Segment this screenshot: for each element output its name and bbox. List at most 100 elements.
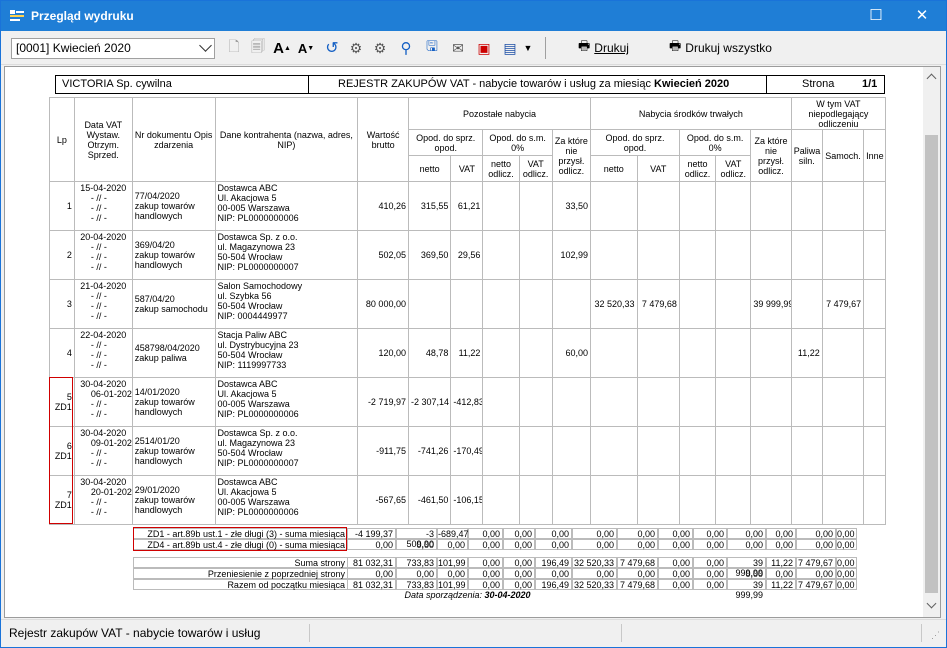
settings-icon[interactable]: ⚙ bbox=[347, 39, 365, 57]
email-icon[interactable]: ✉ bbox=[449, 39, 467, 57]
summary-value: 81 032,31 bbox=[347, 557, 396, 568]
summary-value: 0,00 bbox=[836, 557, 857, 568]
toolbar-separator bbox=[545, 37, 546, 59]
summary-value: 0,00 bbox=[658, 579, 693, 590]
summary-value: 7 479,67 bbox=[796, 579, 836, 590]
summary-value: 0,00 bbox=[468, 579, 503, 590]
table-row[interactable]: 2 20-04-2020- // -- // -- // -369/04/20 za… bbox=[49, 230, 886, 280]
table-row[interactable]: 1 15-04-2020- // -- // -- // -77/04/2020 z… bbox=[49, 181, 886, 231]
row-dates: 30-04-202009-01-2020- // -- // - bbox=[73, 426, 133, 476]
summary-value: 0,00 bbox=[766, 539, 796, 550]
summary-value: 39 999,99 bbox=[727, 579, 766, 600]
summary-value: 0,00 bbox=[535, 539, 572, 550]
row-document: 77/04/2020 zakup towarów handlowych bbox=[131, 181, 216, 231]
summary-value: 0,00 bbox=[658, 528, 693, 539]
summary-value: 101,99 bbox=[437, 557, 468, 568]
open-doc-icon[interactable]: 🗋 bbox=[225, 38, 243, 57]
summary-label: Suma strony bbox=[133, 557, 347, 568]
col-vat: VAT bbox=[450, 155, 484, 182]
table-row[interactable]: 5ZD130-04-202006-01-2020- // -- // -14/0… bbox=[49, 377, 886, 427]
print-preview-window: Przegląd wydruku ☐ ✕ [0001] Kwiecień 202… bbox=[0, 0, 947, 648]
summary-value: 81 032,31 bbox=[347, 579, 396, 590]
summary-value: 0,00 bbox=[396, 568, 437, 579]
summary-value: 101,99 bbox=[437, 579, 468, 590]
summary-value: 0,00 bbox=[572, 568, 617, 579]
row-lp: 4 bbox=[49, 328, 75, 378]
col-vat: VAT bbox=[636, 155, 680, 182]
export-doc-icon[interactable]: 🗐 bbox=[249, 38, 267, 57]
summary-value: 0,00 bbox=[503, 539, 535, 550]
col-netto: netto bbox=[590, 155, 638, 182]
col-fuel: Paliwa siln. bbox=[790, 129, 823, 182]
report-title: REJESTR ZAKUPÓW VAT - nabycie towarów i … bbox=[338, 78, 730, 90]
summary-value: 0,00 bbox=[396, 539, 437, 550]
table-row[interactable]: 7ZD130-04-202020-01-2020- // -- // -29/0… bbox=[49, 475, 886, 525]
col-vat-odlicz: VAT odlicz. bbox=[518, 155, 553, 182]
register-table: Lp Data VAT Wystaw. Otrzym. Sprzed. Nr dok… bbox=[49, 97, 887, 525]
row-dates: 21-04-2020- // -- // -- // - bbox=[73, 279, 133, 329]
scroll-up-icon[interactable] bbox=[926, 73, 937, 84]
summary-value: 0,00 bbox=[572, 539, 617, 550]
resize-grip-icon[interactable]: ⋰ bbox=[931, 630, 940, 641]
summary-value: 0,00 bbox=[347, 568, 396, 579]
export-word-icon[interactable]: ▤ bbox=[501, 39, 519, 57]
export-dropdown-icon[interactable]: ▼ bbox=[519, 39, 537, 57]
summary-label: Przeniesienie z poprzedniej strony bbox=[133, 568, 347, 579]
vertical-scrollbar[interactable] bbox=[923, 67, 940, 617]
col-other: Inne bbox=[863, 129, 886, 182]
summary-value: 0,00 bbox=[796, 528, 836, 539]
summary-value: 0,00 bbox=[617, 539, 658, 550]
preview-area: VICTORIA Sp. cywilna REJESTR ZAKUPÓW VAT… bbox=[4, 66, 941, 618]
print-all-button-label: Drukuj wszystko bbox=[685, 41, 772, 55]
scroll-thumb[interactable] bbox=[925, 135, 938, 593]
table-row[interactable]: 4 22-04-2020- // -- // -- // -458798/04/2… bbox=[49, 328, 886, 378]
row-dates: 15-04-2020- // -- // -- // - bbox=[73, 181, 133, 231]
col-no-deduction: Za które nie przysł. odlicz. bbox=[551, 129, 592, 182]
title-bar: Przegląd wydruku ☐ ✕ bbox=[1, 1, 946, 31]
summary-value: 0,00 bbox=[693, 539, 727, 550]
summary-value: 11,22 bbox=[766, 579, 796, 590]
refresh-icon[interactable]: ↺ bbox=[323, 39, 341, 57]
table-row[interactable]: 6ZD130-04-202009-01-2020- // -- // -2514… bbox=[49, 426, 886, 476]
summary-value: 0,00 bbox=[693, 579, 727, 590]
summary-value: 0,00 bbox=[535, 528, 572, 539]
col-netto-odlicz: netto odlicz. bbox=[482, 155, 520, 182]
save-icon[interactable]: 🖫 bbox=[423, 38, 441, 57]
print-all-button[interactable]: 🖶 Drukuj wszystko bbox=[669, 37, 772, 59]
col-vat-odlicz: VAT odlicz. bbox=[715, 155, 752, 182]
font-smaller-icon[interactable]: A ▼ bbox=[297, 39, 315, 57]
col-cars: Samoch. bbox=[821, 129, 865, 182]
close-button[interactable]: ✕ bbox=[899, 1, 945, 31]
pdf-icon[interactable]: ▣ bbox=[475, 39, 493, 57]
print-button[interactable]: 🖶 Drukuj bbox=[578, 37, 629, 59]
summary-value: 0,00 bbox=[836, 568, 857, 579]
period-select[interactable]: [0001] Kwiecień 2020 bbox=[11, 38, 215, 59]
page-settings-icon[interactable]: ⚙ bbox=[371, 39, 389, 57]
table-row[interactable]: 3 21-04-2020- // -- // -- // -587/04/20 za… bbox=[49, 279, 886, 329]
row-document: 14/01/2020 zakup towarów handlowych bbox=[131, 377, 216, 427]
print-button-label: Drukuj bbox=[594, 41, 629, 55]
summary-value: 0,00 bbox=[437, 568, 468, 579]
scroll-down-icon[interactable] bbox=[926, 598, 937, 609]
maximize-button[interactable]: ☐ bbox=[853, 1, 899, 31]
row-dates: 22-04-2020- // -- // -- // - bbox=[73, 328, 133, 378]
row-contractor: Dostawca Sp. z o.o. ul. Magazynowa 23 50-5… bbox=[214, 426, 359, 476]
col-document: Nr dokumentu Opis zdarzenia bbox=[131, 97, 216, 182]
row-contractor: Dostawca ABC Ul. Akacjowa 5 00-005 Warszaw… bbox=[214, 377, 359, 427]
row-dates: 30-04-202020-01-2020- // -- // - bbox=[73, 475, 133, 525]
col-gross: Wartość brutto bbox=[357, 97, 409, 182]
page-label: Strona bbox=[802, 78, 835, 90]
summary-value: 0,00 bbox=[727, 568, 766, 579]
summary-value: 733,83 bbox=[396, 557, 437, 568]
summary-value: 7 479,68 bbox=[617, 557, 658, 568]
row-document: 587/04/20 zakup samochodu bbox=[131, 279, 216, 329]
page-number: 1/1 bbox=[862, 78, 878, 90]
summary-value: 0,00 bbox=[693, 528, 727, 539]
summary-value: 7 479,68 bbox=[617, 579, 658, 590]
font-larger-icon[interactable]: A ▲ bbox=[273, 39, 291, 57]
printer-icon: 🖶 bbox=[669, 38, 682, 53]
toolbar: [0001] Kwiecień 2020 🗋 🗐 A ▲ A ▼ ↺ ⚙ ⚙ ⚲ 🖫… bbox=[1, 31, 946, 65]
find-icon[interactable]: ⚲ bbox=[397, 39, 415, 57]
summary-value: 0,00 bbox=[658, 568, 693, 579]
summary-value: 0,00 bbox=[503, 579, 535, 590]
